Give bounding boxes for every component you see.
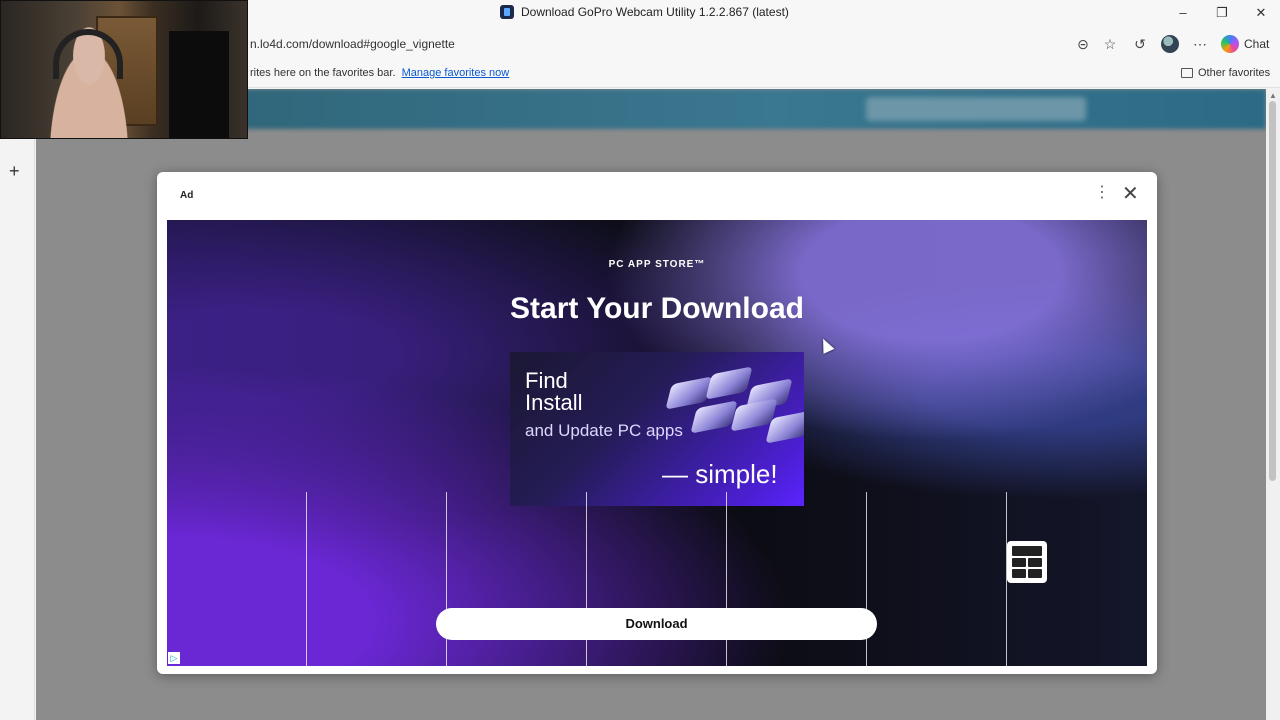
favorites-hint-text: rites here on the favorites bar. bbox=[250, 67, 396, 79]
promo-find-text: Find bbox=[525, 368, 568, 393]
ad-menu-icon[interactable]: ⋮ bbox=[1094, 185, 1110, 201]
reading-mode-icon[interactable]: ⊝ bbox=[1074, 35, 1092, 53]
manage-favorites-link[interactable]: Manage favorites now bbox=[402, 67, 510, 79]
scroll-up-icon[interactable]: ▲ bbox=[1269, 91, 1277, 100]
more-icon[interactable]: ⋯ bbox=[1191, 35, 1209, 53]
minimize-button[interactable]: – bbox=[1172, 4, 1194, 22]
ad-creative[interactable]: PC APP STORE™ Start Your Download Find I… bbox=[167, 220, 1147, 666]
history-icon[interactable]: ↺ bbox=[1131, 35, 1149, 53]
new-tab-plus-icon[interactable]: + bbox=[9, 161, 20, 182]
vertical-tab-strip: + bbox=[0, 88, 35, 720]
divider-line bbox=[446, 492, 447, 666]
ad-label: Ad bbox=[180, 190, 194, 201]
window-title-text: Download GoPro Webcam Utility 1.2.2.867 … bbox=[521, 5, 789, 19]
favorites-bar-message: rites here on the favorites bar. Manage … bbox=[250, 67, 509, 79]
window-title: Download GoPro Webcam Utility 1.2.2.867 … bbox=[500, 5, 789, 19]
copilot-icon bbox=[1221, 35, 1239, 53]
other-favorites-label: Other favorites bbox=[1198, 67, 1271, 79]
folder-icon bbox=[1181, 68, 1193, 78]
divider-line bbox=[866, 492, 867, 666]
copilot-chat-button[interactable]: Chat bbox=[1221, 34, 1269, 54]
promo-update-text: and Update PC apps bbox=[525, 421, 683, 440]
scrollbar-thumb[interactable] bbox=[1269, 101, 1276, 481]
close-window-button[interactable]: ✕ bbox=[1250, 4, 1272, 22]
page-scrollbar[interactable]: ▲ bbox=[1266, 89, 1280, 720]
divider-line bbox=[306, 492, 307, 666]
promo-install-text: Install bbox=[525, 390, 583, 415]
ad-brand-name: PC APP STORE™ bbox=[608, 259, 706, 270]
windows-logo-icon bbox=[1007, 541, 1047, 583]
other-favorites-button[interactable]: Other favorites bbox=[1181, 67, 1270, 79]
close-ad-icon[interactable]: ✕ bbox=[1122, 184, 1139, 204]
webcam-doorway bbox=[169, 31, 229, 138]
webcam-overlay bbox=[0, 0, 248, 139]
chat-label: Chat bbox=[1244, 37, 1270, 51]
favorite-star-icon[interactable]: ☆ bbox=[1101, 35, 1119, 53]
adchoices-icon[interactable]: ▷ bbox=[168, 652, 180, 664]
ad-headline: Start Your Download bbox=[510, 292, 804, 325]
page-search-blurred bbox=[866, 97, 1086, 121]
download-button[interactable]: Download bbox=[436, 608, 877, 640]
url-field[interactable]: n.lo4d.com/download#google_vignette bbox=[250, 37, 455, 51]
promo-simple-text: — simple! bbox=[662, 459, 778, 489]
maximize-button[interactable]: ❐ bbox=[1211, 4, 1233, 22]
ad-promo-image: Find Install and Update PC apps — simple… bbox=[510, 352, 804, 506]
ad-vignette-modal: Ad ⋮ ✕ PC APP STORE™ Start Your Download… bbox=[157, 172, 1157, 674]
site-favicon-icon bbox=[500, 5, 514, 19]
profile-avatar[interactable] bbox=[1161, 35, 1179, 53]
